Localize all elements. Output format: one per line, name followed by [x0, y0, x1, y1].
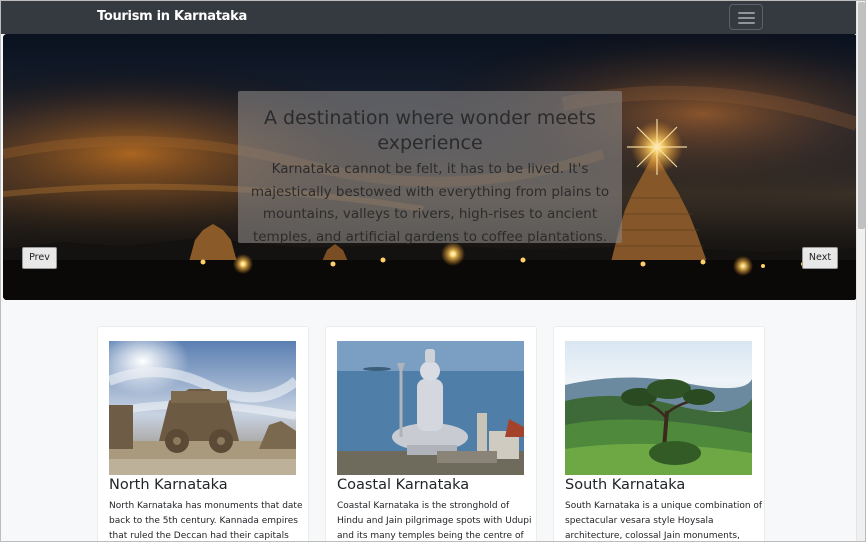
navbar-brand[interactable]: Tourism in Karnataka — [97, 9, 247, 24]
carousel-caption-text: Karnataka cannot be felt, it has to be l… — [250, 161, 610, 245]
western-ghats-tree-image — [565, 341, 752, 475]
hamburger-icon — [738, 12, 755, 14]
card-text: South Karnataka is a unique combination … — [565, 501, 763, 541]
murudeshwar-shiva-statue-image — [337, 341, 524, 475]
card-south-karnataka: South Karnataka South Karnataka is a uni… — [553, 326, 765, 542]
card-text: Coastal Karnataka is the stronghold of H… — [337, 501, 532, 541]
hampi-stone-chariot-image — [109, 341, 296, 475]
card-title: Coastal Karnataka — [337, 477, 470, 493]
scrollbar-thumb[interactable] — [858, 2, 865, 229]
card-coastal-karnataka: Coastal Karnataka Coastal Karnataka is t… — [325, 326, 537, 542]
carousel-caption-title: A destination where wonder meets experie… — [264, 107, 596, 154]
card-title: North Karnataka — [109, 477, 228, 493]
card-north-karnataka: North Karnataka North Karnataka has monu… — [97, 326, 309, 542]
navbar: Tourism in Karnataka — [0, 0, 856, 34]
card-title: South Karnataka — [565, 477, 686, 493]
carousel-prev-button[interactable]: Prev — [22, 247, 57, 269]
carousel-next-button[interactable]: Next — [802, 247, 838, 269]
page-scrollbar[interactable] — [856, 0, 866, 542]
card-text: North Karnataka has monuments that date … — [109, 501, 303, 541]
navbar-toggler-button[interactable] — [729, 4, 763, 30]
hero-carousel: A destination where wonder meets experie… — [3, 34, 857, 300]
